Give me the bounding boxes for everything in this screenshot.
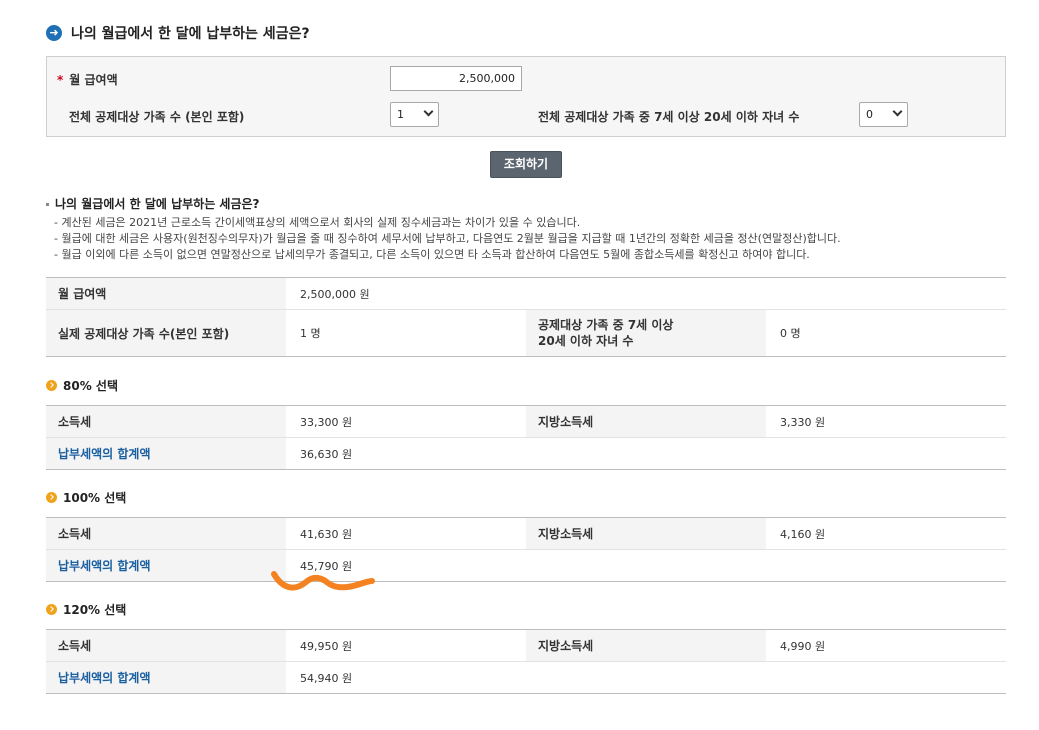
family-count-select[interactable]: 1 <box>390 102 439 127</box>
income-tax-label: 소득세 <box>46 629 286 662</box>
summary-salary-label: 월 급여액 <box>46 277 286 310</box>
note-item: - 월급 이외에 다른 소득이 없으면 연말정산으로 납세의무가 종결되고, 다… <box>54 248 810 261</box>
family-count-value: 1 <box>397 108 404 121</box>
table-row: 소득세 49,950 원 지방소득세 4,990 원 <box>46 629 1006 662</box>
tax-table-120: 소득세 49,950 원 지방소득세 4,990 원 납부세액의 합계액 54,… <box>46 629 1006 694</box>
children-count-select[interactable]: 0 <box>859 102 908 127</box>
summary-children-label-line2: 20세 이하 자녀 수 <box>538 334 634 348</box>
result-title: 나의 월급에서 한 달에 납부하는 세금은? <box>46 195 260 212</box>
table-row: 실제 공제대상 가족 수(본인 포함) 1 명 공제대상 가족 중 7세 이상 … <box>46 309 1006 357</box>
orange-bullet-icon <box>46 604 57 615</box>
orange-bullet-icon <box>46 492 57 503</box>
local-tax-value: 3,330 원 <box>766 405 1006 438</box>
summary-table: 월 급여액 2,500,000 원 실제 공제대상 가족 수(본인 포함) 1 … <box>46 277 1006 357</box>
total-tax-label: 납부세액의 합계액 <box>46 661 286 694</box>
section-title-80: 80% 선택 <box>46 377 118 394</box>
total-tax-value: 36,630 원 <box>286 437 1006 470</box>
summary-family-value: 1 명 <box>286 309 526 357</box>
calculator-form: * 월 급여액 전체 공제대상 가족 수 (본인 포함) 1 전체 공제대상 가족… <box>46 56 1006 137</box>
salary-label: 월 급여액 <box>69 73 118 87</box>
required-mark: * <box>57 73 64 87</box>
square-bullet-icon <box>46 203 49 206</box>
table-row: 소득세 33,300 원 지방소득세 3,330 원 <box>46 405 1006 438</box>
salary-label-row: * 월 급여액 <box>57 71 118 88</box>
income-tax-value: 49,950 원 <box>286 629 526 662</box>
total-tax-label: 납부세액의 합계액 <box>46 437 286 470</box>
orange-bullet-icon <box>46 380 57 391</box>
total-tax-value: 45,790 원 <box>286 549 1006 582</box>
table-row: 소득세 41,630 원 지방소득세 4,160 원 <box>46 517 1006 550</box>
summary-family-label: 실제 공제대상 가족 수(본인 포함) <box>46 309 286 357</box>
section-title-100: 100% 선택 <box>46 489 126 506</box>
local-tax-label: 지방소득세 <box>526 517 766 550</box>
local-tax-value: 4,160 원 <box>766 517 1006 550</box>
note-item: - 계산된 세금은 2021년 근로소득 간이세액표상의 세액으로서 회사의 실… <box>54 216 581 229</box>
income-tax-value: 33,300 원 <box>286 405 526 438</box>
local-tax-value: 4,990 원 <box>766 629 1006 662</box>
income-tax-label: 소득세 <box>46 405 286 438</box>
summary-salary-value: 2,500,000 원 <box>286 277 1006 310</box>
section-title-text: 120% 선택 <box>63 603 127 617</box>
table-row: 월 급여액 2,500,000 원 <box>46 277 1006 310</box>
total-tax-label: 납부세액의 합계액 <box>46 549 286 582</box>
tax-table-100: 소득세 41,630 원 지방소득세 4,160 원 납부세액의 합계액 45,… <box>46 517 1006 582</box>
arrow-circle-icon: ➜ <box>46 25 62 41</box>
table-row: 납부세액의 합계액 54,940 원 <box>46 661 1006 694</box>
summary-children-label: 공제대상 가족 중 7세 이상 20세 이하 자녀 수 <box>526 309 766 357</box>
section-title-text: 100% 선택 <box>63 491 127 505</box>
summary-children-label-line1: 공제대상 가족 중 7세 이상 <box>538 318 674 332</box>
section-title-text: 80% 선택 <box>63 379 118 393</box>
summary-children-value: 0 명 <box>766 309 1006 357</box>
local-tax-label: 지방소득세 <box>526 405 766 438</box>
children-label: 전체 공제대상 가족 중 7세 이상 20세 이하 자녀 수 <box>538 110 800 124</box>
salary-input[interactable] <box>390 66 522 91</box>
chevron-down-icon <box>892 106 903 117</box>
result-title-text: 나의 월급에서 한 달에 납부하는 세금은? <box>55 197 260 211</box>
page-title-row: ➜ 나의 월급에서 한 달에 납부하는 세금은? <box>46 23 310 43</box>
income-tax-value: 41,630 원 <box>286 517 526 550</box>
table-row: 납부세액의 합계액 45,790 원 <box>46 549 1006 582</box>
total-tax-value: 54,940 원 <box>286 661 1006 694</box>
local-tax-label: 지방소득세 <box>526 629 766 662</box>
income-tax-label: 소득세 <box>46 517 286 550</box>
chevron-down-icon <box>423 106 434 117</box>
note-item: - 월급에 대한 세금은 사용자(원천징수의무자)가 월급을 줄 때 징수하여 … <box>54 232 841 245</box>
section-title-120: 120% 선택 <box>46 601 126 618</box>
result-notes: - 계산된 세금은 2021년 근로소득 간이세액표상의 세액으로서 회사의 실… <box>54 215 841 263</box>
tax-table-80: 소득세 33,300 원 지방소득세 3,330 원 납부세액의 합계액 36,… <box>46 405 1006 470</box>
table-row: 납부세액의 합계액 36,630 원 <box>46 437 1006 470</box>
family-label: 전체 공제대상 가족 수 (본인 포함) <box>69 110 245 124</box>
orange-scribble-annotation <box>271 571 375 591</box>
search-button[interactable]: 조회하기 <box>490 151 562 178</box>
children-count-value: 0 <box>866 108 873 121</box>
page-title: 나의 월급에서 한 달에 납부하는 세금은? <box>71 26 310 42</box>
